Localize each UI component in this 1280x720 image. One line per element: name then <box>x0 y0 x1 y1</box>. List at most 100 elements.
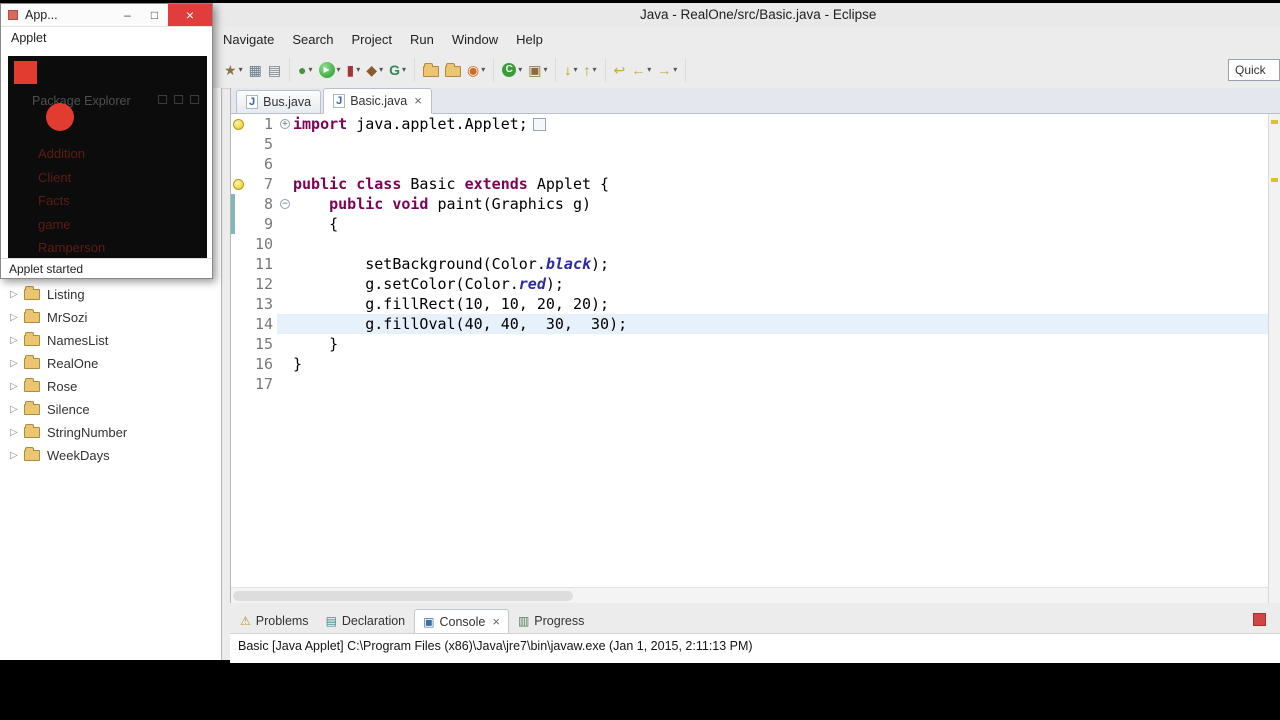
terminate-button[interactable] <box>1253 613 1266 626</box>
fold-toggle-icon[interactable]: − <box>280 199 290 209</box>
code-line-16[interactable]: 16} <box>231 354 1268 374</box>
run-icon[interactable]: ▶ ▾ <box>316 59 344 81</box>
tab-console[interactable]: ▣ Console × <box>414 609 509 633</box>
expander-icon[interactable]: ▷ <box>10 312 24 323</box>
code-line-17[interactable]: 17 <box>231 374 1268 394</box>
dropdown-caret-icon[interactable]: ▾ <box>337 65 341 74</box>
menu-help[interactable]: Help <box>507 29 552 50</box>
external-tools-icon[interactable]: ◆ ▾ <box>363 59 386 81</box>
code-line-15[interactable]: 15 } <box>231 334 1268 354</box>
prev-annotation-icon[interactable]: ↑ ▾ <box>581 59 600 81</box>
menu-project[interactable]: Project <box>343 29 401 50</box>
dropdown-caret-icon[interactable]: ▾ <box>402 65 406 74</box>
annotation-ruler <box>231 354 247 374</box>
code-line-8[interactable]: 8− public void paint(Graphics g) <box>231 194 1268 214</box>
annotation-ruler <box>231 154 247 174</box>
line-number: 13 <box>254 295 273 313</box>
expander-icon[interactable]: ▷ <box>10 358 24 369</box>
glassfish-icon[interactable]: G ▾ <box>386 59 409 81</box>
fold-ruler: − <box>277 194 293 214</box>
code-area[interactable]: 1 + import java.applet.Applet; 5 6 7 public cl… <box>231 114 1268 587</box>
folded-region-indicator[interactable] <box>532 118 546 131</box>
tree-item-weekdays[interactable]: ▷ WeekDays <box>0 444 221 467</box>
ghost-tree-item: Facts <box>38 193 70 208</box>
menu-navigate[interactable]: Navigate <box>214 29 283 50</box>
expander-icon[interactable]: ▷ <box>10 289 24 300</box>
maximize-button[interactable]: □ <box>141 4 168 26</box>
overview-ruler[interactable] <box>1268 114 1280 603</box>
code-line-12[interactable]: 12 g.setColor(Color.red); <box>231 274 1268 294</box>
code-line-14[interactable]: 14 g.fillOval(40, 40, 30, 30); <box>231 314 1268 334</box>
dropdown-caret-icon[interactable]: ▾ <box>673 65 677 74</box>
open-folder-icon[interactable] <box>420 59 442 81</box>
last-edit-location-icon[interactable]: ↩ <box>611 59 629 81</box>
close-tab-icon[interactable]: × <box>414 94 422 107</box>
tab-problems[interactable]: ⚠ Problems <box>232 609 317 633</box>
tree-item-listing[interactable]: ▷ Listing <box>0 283 221 306</box>
tab-declaration[interactable]: ▤ Declaration <box>318 609 414 633</box>
scrollbar-thumb[interactable] <box>233 591 573 601</box>
dropdown-caret-icon[interactable]: ▾ <box>543 65 547 74</box>
applet-menu[interactable]: Applet <box>1 27 212 48</box>
code-line-11[interactable]: 11 setBackground(Color.black); <box>231 254 1268 274</box>
new-java-package-icon[interactable]: ▣ ▾ <box>525 59 550 81</box>
menu-search[interactable]: Search <box>283 29 342 50</box>
new-wizard-icon[interactable]: ★ ▾ <box>221 59 246 81</box>
tab-basic.java[interactable]: J Basic.java × <box>323 88 432 114</box>
fold-toggle-icon[interactable]: + <box>280 119 290 129</box>
menu-run[interactable]: Run <box>401 29 443 50</box>
expander-icon[interactable]: ▷ <box>10 335 24 346</box>
tree-item-rose[interactable]: ▷ Rose <box>0 375 221 398</box>
horizontal-scrollbar[interactable] <box>231 587 1268 603</box>
print-icon[interactable]: ▤ <box>265 59 284 81</box>
expander-icon[interactable]: ▷ <box>10 427 24 438</box>
dropdown-caret-icon[interactable]: ▾ <box>593 65 597 74</box>
web-folder-icon[interactable] <box>442 59 464 81</box>
debug-icon[interactable]: ● ▾ <box>295 59 315 81</box>
code-line-1[interactable]: 1 + import java.applet.Applet; <box>231 114 1268 134</box>
close-tab-icon[interactable]: × <box>492 615 500 628</box>
code-line-5[interactable]: 5 <box>231 134 1268 154</box>
tree-item-nameslist[interactable]: ▷ NamesList <box>0 329 221 352</box>
quick-access[interactable]: Quick <box>1228 59 1280 81</box>
close-button[interactable]: × <box>168 4 212 26</box>
tree-item-silence[interactable]: ▷ Silence <box>0 398 221 421</box>
dropdown-caret-icon[interactable]: ▾ <box>239 65 243 74</box>
tab-bus.java[interactable]: J Bus.java <box>236 90 322 113</box>
warning-bulb-icon[interactable] <box>233 119 244 130</box>
warning-mark[interactable] <box>1271 178 1278 182</box>
back-icon[interactable]: ← ▾ <box>628 59 654 81</box>
expander-icon[interactable]: ▷ <box>10 381 24 392</box>
tab-progress[interactable]: ▥ Progress <box>510 609 592 633</box>
dropdown-caret-icon[interactable]: ▾ <box>356 65 360 74</box>
forward-icon[interactable]: → ▾ <box>654 59 680 81</box>
code-line-7[interactable]: 7 public class Basic extends Applet { <box>231 174 1268 194</box>
dropdown-caret-icon[interactable]: ▾ <box>481 65 485 74</box>
menu-window[interactable]: Window <box>443 29 507 50</box>
next-annotation-icon[interactable]: ↓ ▾ <box>561 59 580 81</box>
tree-item-realone[interactable]: ▷ RealOne <box>0 352 221 375</box>
tree-item-stringnumber[interactable]: ▷ StringNumber <box>0 421 221 444</box>
dropdown-caret-icon[interactable]: ▾ <box>309 65 313 74</box>
warning-mark[interactable] <box>1271 120 1278 124</box>
tree-item-mrsozi[interactable]: ▷ MrSozi <box>0 306 221 329</box>
code-line-13[interactable]: 13 g.fillRect(10, 10, 20, 20); <box>231 294 1268 314</box>
dropdown-caret-icon[interactable]: ▾ <box>379 65 383 74</box>
warning-bulb-icon[interactable] <box>233 179 244 190</box>
dropdown-caret-icon[interactable]: ▾ <box>518 65 522 74</box>
dropdown-caret-icon[interactable]: ▾ <box>647 65 651 74</box>
save-icon[interactable]: ▦ <box>246 59 265 81</box>
applet-titlebar[interactable]: App... – □ × <box>1 4 212 27</box>
code-line-10[interactable]: 10 <box>231 234 1268 254</box>
coverage-icon[interactable]: ▮ ▾ <box>344 59 364 81</box>
search-icon[interactable]: ◉ ▾ <box>464 59 488 81</box>
minimize-button[interactable]: – <box>114 4 141 26</box>
dropdown-caret-icon[interactable]: ▾ <box>573 65 577 74</box>
expander-icon[interactable]: ▷ <box>10 404 24 415</box>
code-line-6[interactable]: 6 <box>231 154 1268 174</box>
code-line-9[interactable]: 9 { <box>231 214 1268 234</box>
expander-icon[interactable]: ▷ <box>10 450 24 461</box>
new-java-class-icon[interactable]: C ▾ <box>499 59 525 81</box>
